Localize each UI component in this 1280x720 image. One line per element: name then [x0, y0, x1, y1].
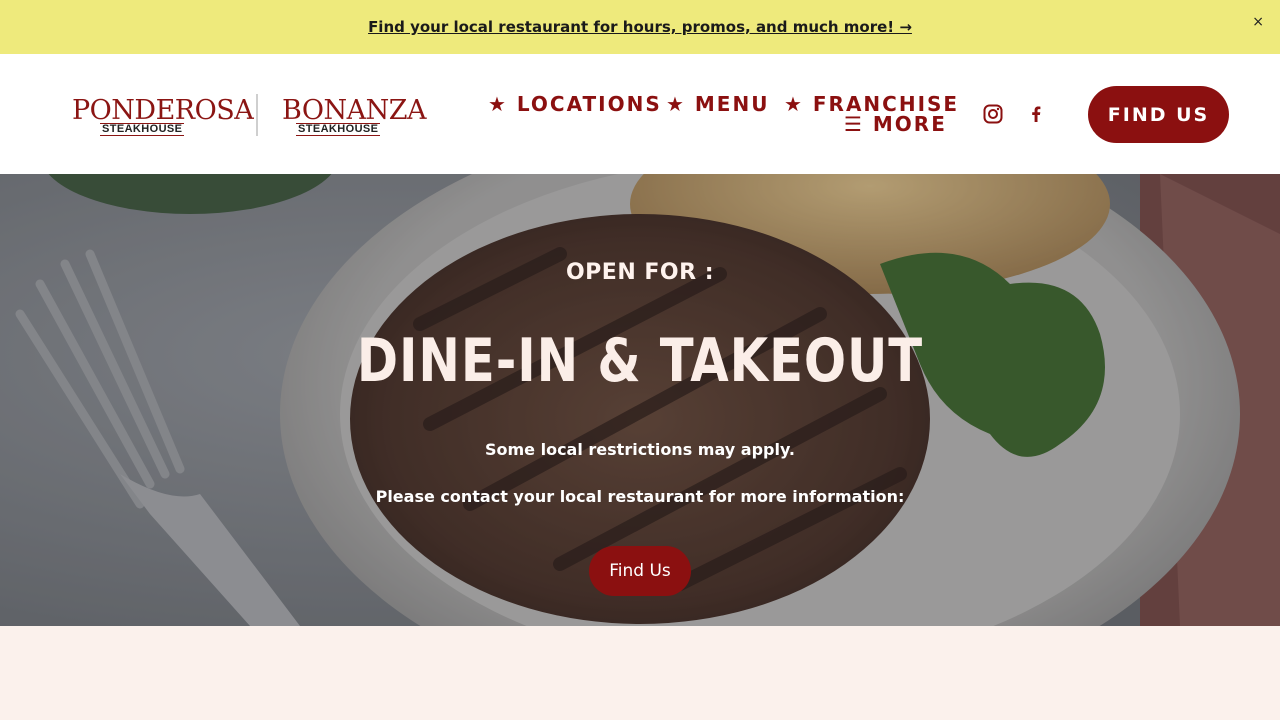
hero-eyebrow: OPEN FOR :: [565, 260, 715, 285]
logo-bonanza: BONANZA: [282, 95, 427, 126]
nav-menu[interactable]: ★ MENU: [666, 92, 769, 116]
promo-link[interactable]: Find your local restaurant for hours, pr…: [368, 18, 912, 36]
hero-banner: OPEN FOR : DINE-IN & TAKEOUT Some local …: [0, 174, 1280, 626]
hero-title: DINE-IN & TAKEOUT: [356, 326, 924, 396]
close-icon[interactable]: ×: [1252, 12, 1264, 32]
logo-ponderosa-sub: STEAKHOUSE: [100, 123, 185, 136]
brand-logo[interactable]: PONDEROSA STEAKHOUSE BONANZA STEAKHOUSE: [72, 94, 427, 138]
promo-bar: Find your local restaurant for hours, pr…: [0, 0, 1280, 54]
nav-locations[interactable]: ★ LOCATIONS: [488, 92, 662, 116]
site-header: PONDEROSA STEAKHOUSE BONANZA STEAKHOUSE …: [0, 54, 1280, 174]
hero-restrictions-text: Some local restrictions may apply.: [484, 440, 795, 459]
find-us-button[interactable]: FIND US: [1088, 86, 1229, 143]
hero-find-us-button[interactable]: Find Us: [589, 546, 691, 596]
logo-divider: [256, 94, 258, 136]
logo-bonanza-sub: STEAKHOUSE: [296, 123, 381, 136]
hero-contact-text: Please contact your local restaurant for…: [375, 487, 905, 506]
instagram-icon[interactable]: [981, 102, 1005, 126]
content-section: [0, 626, 1280, 720]
main-nav: ★ LOCATIONS ★ MENU ★ FRANCHISE ☰ MORE: [488, 90, 957, 136]
nav-more[interactable]: ☰ MORE: [844, 112, 947, 136]
facebook-icon[interactable]: [1024, 102, 1048, 126]
logo-ponderosa: PONDEROSA: [72, 95, 254, 126]
